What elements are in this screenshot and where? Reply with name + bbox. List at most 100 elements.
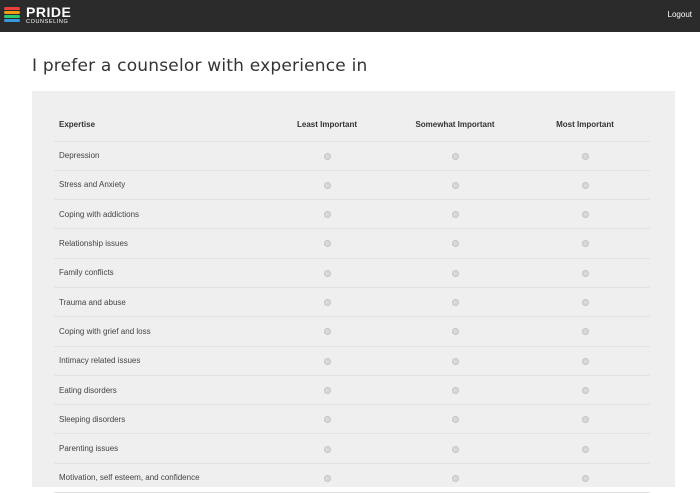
- radio-cell-somewhat: [390, 258, 520, 288]
- least-important-radio[interactable]: [323, 474, 331, 482]
- most-important-radio[interactable]: [581, 474, 589, 482]
- table-row: Trauma and abuse: [54, 287, 650, 318]
- table-row: Family conflicts: [54, 258, 650, 288]
- somewhat-important-radio[interactable]: [451, 152, 459, 160]
- table-row: Depression: [54, 141, 650, 171]
- table-row: Parenting issues: [54, 433, 650, 464]
- somewhat-important-radio[interactable]: [451, 445, 459, 453]
- table-row: Coping with addictions: [54, 199, 650, 230]
- most-important-radio[interactable]: [581, 416, 589, 424]
- rainbow-logo-icon: [4, 7, 22, 25]
- expertise-label: Intimacy related issues: [54, 346, 264, 376]
- most-important-radio[interactable]: [581, 445, 589, 453]
- radio-cell-somewhat: [390, 375, 520, 406]
- radio-cell-least: [264, 463, 390, 493]
- radio-cell-most: [520, 433, 650, 464]
- least-important-radio[interactable]: [323, 299, 331, 307]
- table-row: Motivation, self esteem, and confidence: [54, 463, 650, 493]
- least-important-radio[interactable]: [323, 357, 331, 365]
- somewhat-important-radio[interactable]: [451, 357, 459, 365]
- least-important-radio[interactable]: [323, 328, 331, 336]
- least-important-radio[interactable]: [323, 211, 331, 219]
- least-important-radio[interactable]: [323, 240, 331, 248]
- radio-cell-least: [264, 228, 390, 259]
- expertise-label: Depression: [54, 141, 264, 171]
- radio-cell-least: [264, 170, 390, 201]
- expertise-label: Trauma and abuse: [54, 287, 264, 318]
- radio-cell-somewhat: [390, 170, 520, 201]
- header-least-important: Least Important: [264, 109, 390, 142]
- radio-cell-least: [264, 199, 390, 230]
- table-row: Sleeping disorders: [54, 404, 650, 435]
- least-important-radio[interactable]: [323, 386, 331, 394]
- radio-cell-most: [520, 375, 650, 406]
- table-row: Relationship issues: [54, 228, 650, 259]
- radio-cell-most: [520, 258, 650, 288]
- radio-cell-somewhat: [390, 199, 520, 230]
- somewhat-important-radio[interactable]: [451, 328, 459, 336]
- radio-cell-least: [264, 258, 390, 288]
- most-important-radio[interactable]: [581, 240, 589, 248]
- header-most-important: Most Important: [520, 109, 650, 142]
- radio-cell-somewhat: [390, 287, 520, 318]
- most-important-radio[interactable]: [581, 152, 589, 160]
- most-important-radio[interactable]: [581, 386, 589, 394]
- expertise-importance-table: Expertise Least Important Somewhat Impor…: [54, 109, 650, 493]
- expertise-label: Parenting issues: [54, 433, 264, 464]
- expertise-label: Relationship issues: [54, 228, 264, 259]
- expertise-label: Family conflicts: [54, 258, 264, 288]
- somewhat-important-radio[interactable]: [451, 211, 459, 219]
- somewhat-important-radio[interactable]: [451, 181, 459, 189]
- expertise-label: Coping with grief and loss: [54, 316, 264, 347]
- radio-cell-most: [520, 404, 650, 435]
- expertise-label: Stress and Anxiety: [54, 170, 264, 201]
- somewhat-important-radio[interactable]: [451, 416, 459, 424]
- table-row: Coping with grief and loss: [54, 316, 650, 347]
- most-important-radio[interactable]: [581, 357, 589, 365]
- logout-link[interactable]: Logout: [668, 10, 692, 19]
- radio-cell-least: [264, 316, 390, 347]
- least-important-radio[interactable]: [323, 181, 331, 189]
- somewhat-important-radio[interactable]: [451, 474, 459, 482]
- least-important-radio[interactable]: [323, 416, 331, 424]
- expertise-label: Sleeping disorders: [54, 404, 264, 435]
- somewhat-important-radio[interactable]: [451, 299, 459, 307]
- somewhat-important-radio[interactable]: [451, 386, 459, 394]
- most-important-radio[interactable]: [581, 299, 589, 307]
- radio-cell-least: [264, 287, 390, 318]
- logo-text: PRIDE COUNSELING: [26, 5, 71, 26]
- header-expertise: Expertise: [54, 109, 264, 142]
- radio-cell-most: [520, 287, 650, 318]
- radio-cell-least: [264, 404, 390, 435]
- radio-cell-somewhat: [390, 316, 520, 347]
- radio-cell-most: [520, 316, 650, 347]
- expertise-label: Coping with addictions: [54, 199, 264, 230]
- radio-cell-somewhat: [390, 228, 520, 259]
- radio-cell-somewhat: [390, 404, 520, 435]
- most-important-radio[interactable]: [581, 181, 589, 189]
- radio-cell-least: [264, 375, 390, 406]
- radio-cell-most: [520, 228, 650, 259]
- most-important-radio[interactable]: [581, 328, 589, 336]
- table-row: Intimacy related issues: [54, 346, 650, 376]
- brand-title: PRIDE: [26, 4, 72, 20]
- somewhat-important-radio[interactable]: [451, 269, 459, 277]
- brand-subtitle: COUNSELING: [26, 19, 69, 25]
- least-important-radio[interactable]: [323, 269, 331, 277]
- most-important-radio[interactable]: [581, 211, 589, 219]
- least-important-radio[interactable]: [323, 152, 331, 160]
- radio-cell-somewhat: [390, 346, 520, 376]
- somewhat-important-radio[interactable]: [451, 240, 459, 248]
- expertise-label: Motivation, self esteem, and confidence: [54, 463, 264, 493]
- header-somewhat-important: Somewhat Important: [390, 109, 520, 142]
- radio-cell-somewhat: [390, 463, 520, 493]
- table-row: Eating disorders: [54, 375, 650, 406]
- least-important-radio[interactable]: [323, 445, 331, 453]
- radio-cell-somewhat: [390, 433, 520, 464]
- top-navbar: PRIDE COUNSELING Logout: [0, 0, 700, 32]
- radio-cell-somewhat: [390, 141, 520, 171]
- radio-cell-most: [520, 463, 650, 493]
- most-important-radio[interactable]: [581, 269, 589, 277]
- table-row: Stress and Anxiety: [54, 170, 650, 201]
- expertise-label: Eating disorders: [54, 375, 264, 406]
